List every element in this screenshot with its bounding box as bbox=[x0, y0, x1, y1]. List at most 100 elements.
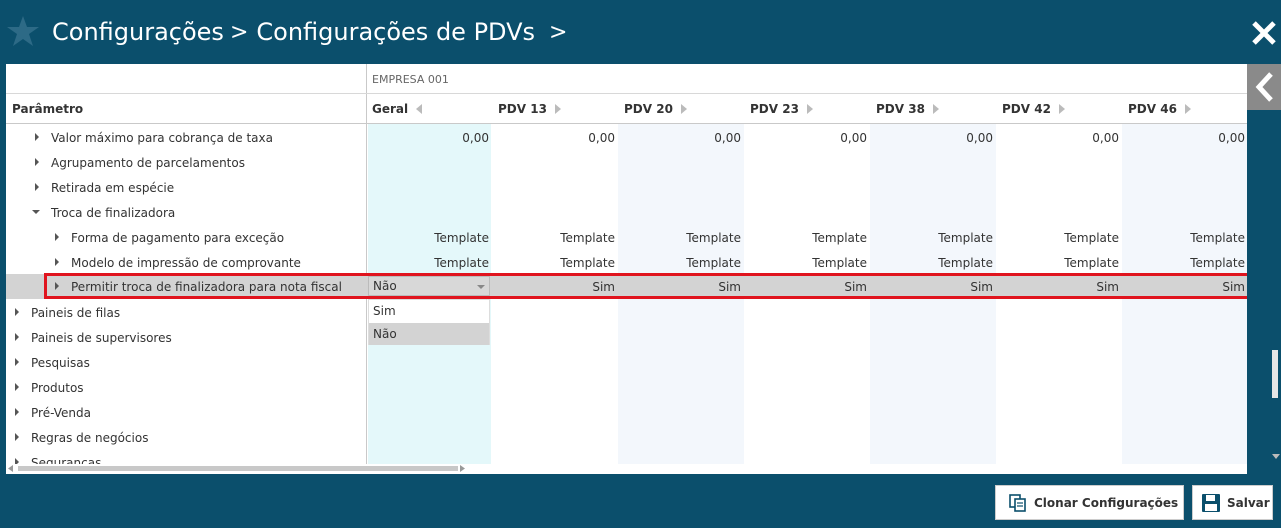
cell-value[interactable]: Template bbox=[999, 231, 1119, 245]
tree-row-selected[interactable]: Permitir troca de finalizadora para nota… bbox=[6, 274, 1247, 299]
expand-arrow-icon[interactable] bbox=[15, 408, 19, 416]
expand-arrow-icon[interactable] bbox=[55, 282, 59, 290]
cell-value[interactable]: 0,00 bbox=[747, 131, 867, 145]
caret-right-icon[interactable] bbox=[554, 104, 561, 114]
caret-right-icon[interactable] bbox=[932, 104, 939, 114]
row-label: Produtos bbox=[31, 381, 84, 395]
horizontal-scrollbar-thumb[interactable] bbox=[18, 466, 458, 471]
collapse-arrow-icon[interactable] bbox=[32, 210, 40, 214]
tree-row[interactable]: Pesquisas bbox=[6, 350, 1247, 375]
expand-arrow-icon[interactable] bbox=[55, 233, 59, 241]
expand-arrow-icon[interactable] bbox=[15, 333, 19, 341]
cell-value[interactable]: Template bbox=[369, 256, 489, 270]
expand-arrow-icon[interactable] bbox=[35, 183, 39, 191]
expand-arrow-icon[interactable] bbox=[15, 383, 19, 391]
expand-arrow-icon[interactable] bbox=[15, 433, 19, 441]
vertical-scrollbar-thumb[interactable] bbox=[1272, 350, 1278, 398]
tree-row[interactable]: Paineis de supervisores bbox=[6, 325, 1247, 350]
column-header-label: PDV 13 bbox=[498, 102, 547, 116]
caret-right-icon[interactable] bbox=[1184, 104, 1191, 114]
tree-row[interactable]: Regras de negócios bbox=[6, 425, 1247, 450]
scroll-right-icon[interactable] bbox=[460, 465, 466, 472]
column-header-label: PDV 46 bbox=[1128, 102, 1177, 116]
expand-arrow-icon[interactable] bbox=[15, 358, 19, 366]
cell-value[interactable]: Template bbox=[369, 231, 489, 245]
column-header-pdv42[interactable]: PDV 42 bbox=[1002, 102, 1065, 116]
tree-row[interactable]: Seguranças bbox=[6, 450, 1247, 464]
column-header-pdv13[interactable]: PDV 13 bbox=[498, 102, 561, 116]
expand-arrow-icon[interactable] bbox=[55, 258, 59, 266]
cell-value[interactable]: Template bbox=[747, 231, 867, 245]
caret-left-icon[interactable] bbox=[416, 104, 423, 114]
tree-row[interactable]: Retirada em espécie bbox=[6, 175, 1247, 200]
row-label: Paineis de supervisores bbox=[31, 331, 172, 345]
save-button[interactable]: Salvar bbox=[1192, 485, 1273, 520]
tree-row[interactable]: Forma de pagamento para exceção Template… bbox=[6, 225, 1247, 250]
cell-value[interactable]: 0,00 bbox=[495, 131, 615, 145]
cell-value[interactable]: Template bbox=[495, 256, 615, 270]
param-column-header: Parâmetro bbox=[12, 102, 84, 116]
breadcrumb-item-configuracoes-pdvs[interactable]: Configurações de PDVs bbox=[256, 18, 535, 46]
caret-right-icon[interactable] bbox=[1058, 104, 1065, 114]
cell-value[interactable]: 0,00 bbox=[621, 131, 741, 145]
column-header-pdv46[interactable]: PDV 46 bbox=[1128, 102, 1191, 116]
tree-row[interactable]: Troca de finalizadora bbox=[6, 200, 1247, 225]
cell-value[interactable]: Template bbox=[747, 256, 867, 270]
cell-value[interactable]: Template bbox=[621, 256, 741, 270]
column-header-pdv23[interactable]: PDV 23 bbox=[750, 102, 813, 116]
cell-value[interactable]: Sim bbox=[1125, 280, 1245, 294]
cell-value[interactable]: 0,00 bbox=[1125, 131, 1245, 145]
tree-row[interactable]: Modelo de impressão de comprovante Templ… bbox=[6, 250, 1247, 275]
clone-config-button[interactable]: Clonar Configurações bbox=[995, 485, 1184, 520]
cell-value[interactable]: Template bbox=[495, 231, 615, 245]
horizontal-scrollbar[interactable] bbox=[6, 464, 466, 472]
side-panel-toggle[interactable] bbox=[1247, 64, 1281, 110]
cell-value[interactable]: Sim bbox=[873, 280, 993, 294]
cell-value[interactable]: 0,00 bbox=[999, 131, 1119, 145]
cell-value[interactable]: Sim bbox=[999, 280, 1119, 294]
scroll-left-icon[interactable] bbox=[8, 465, 14, 472]
tree-row[interactable]: Pré-Venda bbox=[6, 400, 1247, 425]
caret-right-icon[interactable] bbox=[680, 104, 687, 114]
row-label: Pré-Venda bbox=[31, 406, 91, 420]
row-label: Seguranças bbox=[31, 456, 102, 464]
tree-row[interactable]: Produtos bbox=[6, 375, 1247, 400]
scroll-down-icon[interactable] bbox=[1272, 452, 1280, 460]
column-header-pdv20[interactable]: PDV 20 bbox=[624, 102, 687, 116]
caret-right-icon[interactable] bbox=[806, 104, 813, 114]
column-header-label: Geral bbox=[372, 102, 409, 116]
row-label: Retirada em espécie bbox=[51, 181, 175, 195]
breadcrumb-item-configuracoes[interactable]: Configurações bbox=[52, 18, 224, 46]
cell-value[interactable]: Template bbox=[1125, 231, 1245, 245]
cell-value[interactable]: Template bbox=[873, 231, 993, 245]
chevron-down-icon[interactable] bbox=[477, 285, 485, 289]
tree-row[interactable]: Valor máximo para cobrança de taxa 0,00 … bbox=[6, 125, 1247, 150]
star-icon[interactable] bbox=[6, 14, 40, 48]
tree-row[interactable]: Paineis de filas bbox=[6, 300, 1247, 325]
column-header-pdv38[interactable]: PDV 38 bbox=[876, 102, 939, 116]
cell-value[interactable]: Template bbox=[621, 231, 741, 245]
cell-value[interactable]: Template bbox=[1125, 256, 1245, 270]
cell-value[interactable]: 0,00 bbox=[873, 131, 993, 145]
cell-value[interactable]: Sim bbox=[621, 280, 741, 294]
chevron-left-icon bbox=[1255, 72, 1273, 102]
cell-value[interactable]: 0,00 bbox=[369, 131, 489, 145]
save-icon bbox=[1202, 493, 1220, 512]
expand-arrow-icon[interactable] bbox=[35, 133, 39, 141]
clone-config-label: Clonar Configurações bbox=[1034, 495, 1179, 510]
cell-value[interactable]: Template bbox=[999, 256, 1119, 270]
geral-select[interactable]: Não bbox=[368, 276, 490, 296]
column-header-label: PDV 23 bbox=[750, 102, 799, 116]
expand-arrow-icon[interactable] bbox=[35, 158, 39, 166]
close-icon[interactable] bbox=[1249, 18, 1279, 48]
row-label: Regras de negócios bbox=[31, 431, 149, 445]
cell-value[interactable]: Template bbox=[873, 256, 993, 270]
company-label: EMPRESA 001 bbox=[372, 73, 449, 86]
row-label: Paineis de filas bbox=[31, 306, 121, 320]
row-label: Pesquisas bbox=[31, 356, 90, 370]
tree-row[interactable]: Agrupamento de parcelamentos bbox=[6, 150, 1247, 175]
cell-value[interactable]: Sim bbox=[495, 280, 615, 294]
column-header-geral[interactable]: Geral bbox=[372, 102, 423, 116]
cell-value[interactable]: Sim bbox=[747, 280, 867, 294]
expand-arrow-icon[interactable] bbox=[15, 308, 19, 316]
